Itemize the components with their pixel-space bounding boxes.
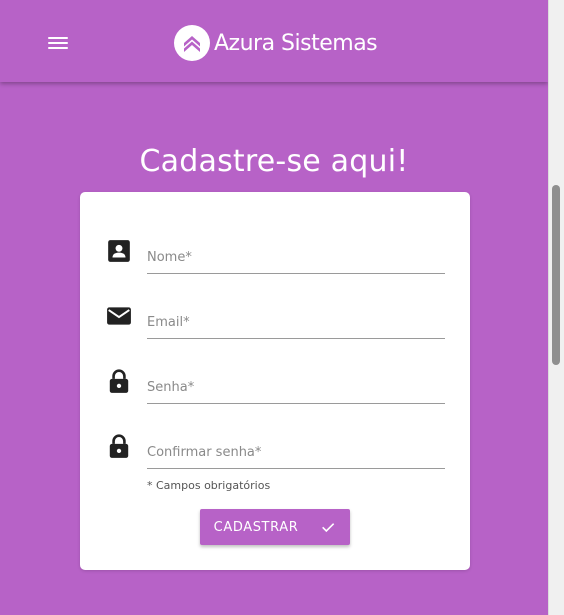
- page-scrollbar[interactable]: [548, 0, 564, 615]
- app-viewport: Azura Sistemas Cadastre-se aqui! Nome* E…: [0, 0, 548, 615]
- confirm-password-input[interactable]: [147, 437, 445, 469]
- brand[interactable]: Azura Sistemas: [174, 24, 378, 62]
- name-field: [106, 228, 446, 278]
- confirm-password-field: [106, 423, 446, 473]
- hamburger-menu-icon[interactable]: [48, 34, 70, 52]
- brand-name: Azura Sistemas: [214, 30, 378, 56]
- name-input[interactable]: [147, 242, 445, 274]
- page-title: Cadastre-se aqui!: [139, 144, 409, 179]
- lock-icon: [109, 369, 129, 393]
- submit-button[interactable]: CADASTRAR: [200, 509, 350, 545]
- password-input[interactable]: [147, 372, 445, 404]
- email-input[interactable]: [147, 307, 445, 339]
- lock-icon: [109, 434, 129, 458]
- scrollbar-thumb[interactable]: [552, 185, 560, 365]
- password-field: [106, 358, 446, 408]
- signup-card: * Campos obrigatórios CADASTRAR: [80, 192, 470, 570]
- email-field: [106, 293, 446, 343]
- contact-card-icon: [108, 240, 130, 262]
- chevron-up-logo-icon: [174, 25, 210, 61]
- email-icon: [107, 307, 131, 325]
- check-icon: [322, 523, 335, 533]
- required-fields-note: * Campos obrigatórios: [147, 479, 271, 492]
- top-app-bar: Azura Sistemas: [0, 0, 548, 82]
- submit-button-label: CADASTRAR: [213, 519, 299, 535]
